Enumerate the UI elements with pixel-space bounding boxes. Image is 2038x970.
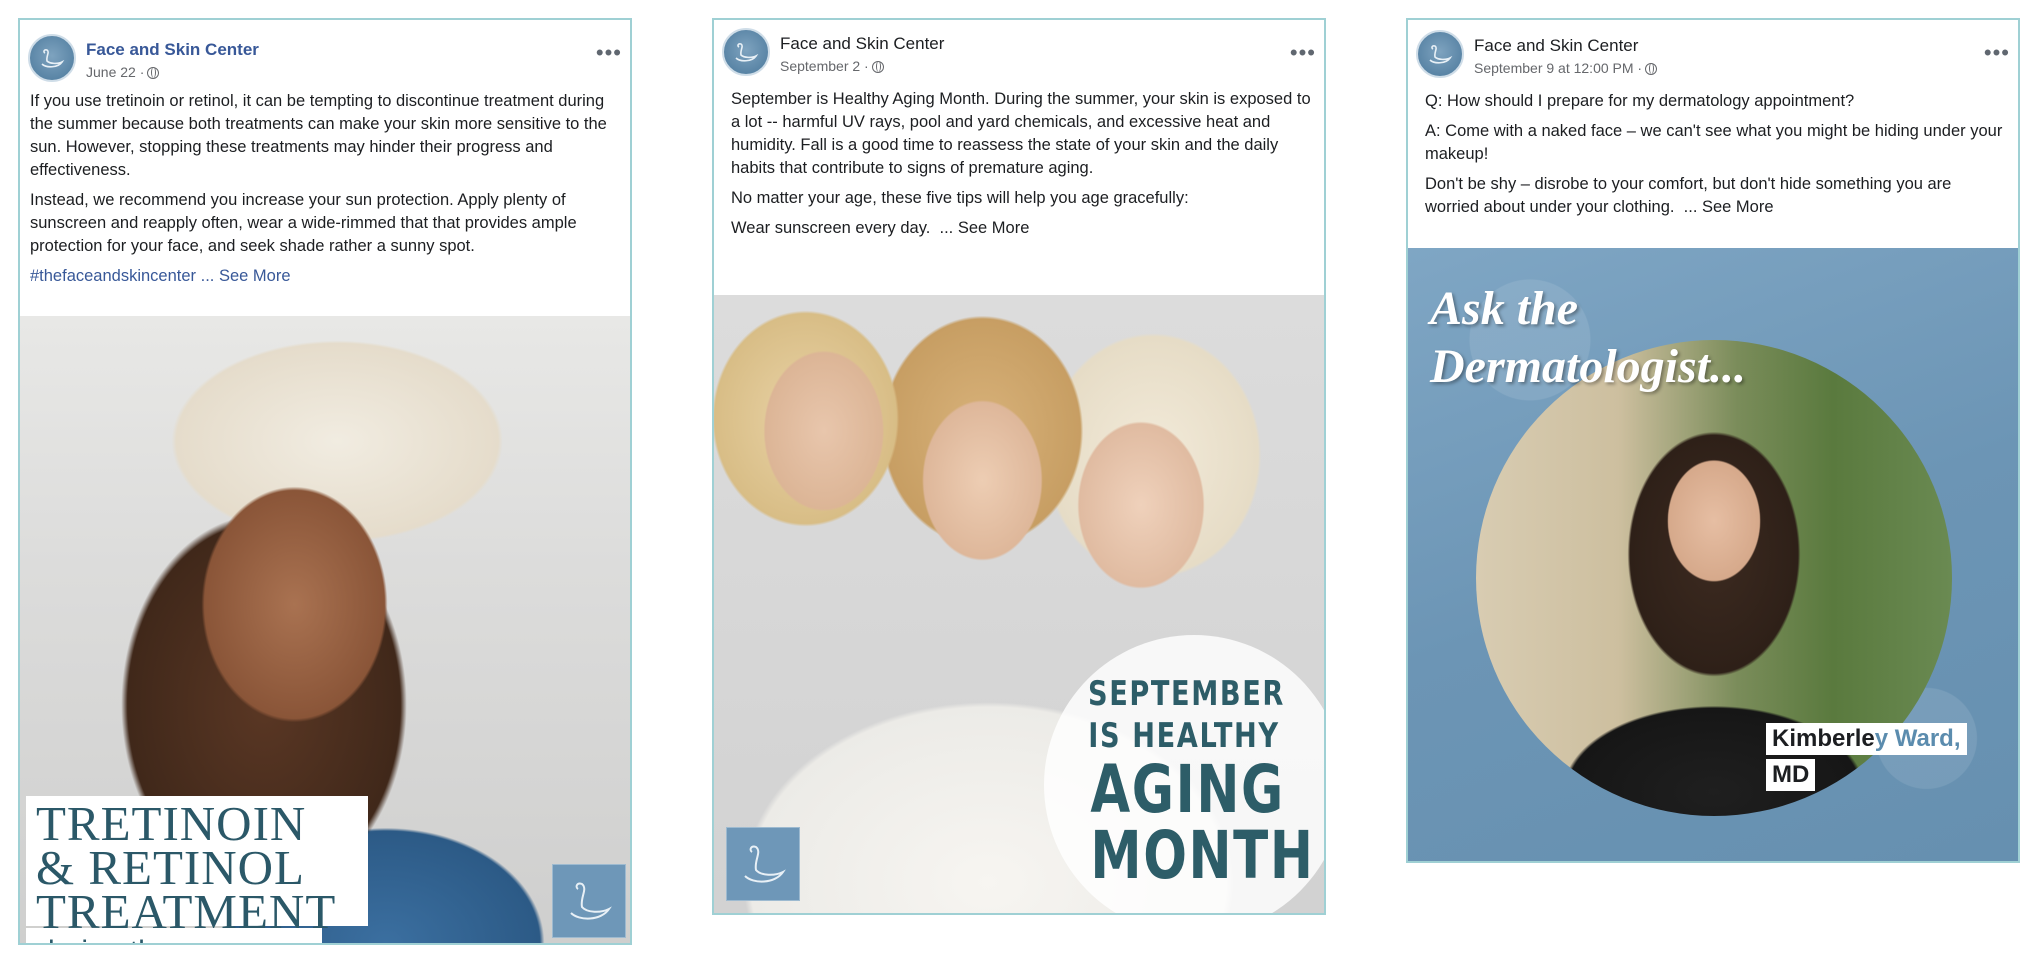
doctor-credential-label: MD (1766, 759, 1816, 791)
post-image[interactable]: Ask the Dermatologist... Kimberley Ward,… (1408, 248, 2018, 861)
globe-icon (147, 67, 160, 79)
image-title-line: Ask the (1430, 282, 1579, 335)
post-header: Face and Skin Center September 9 at 12:0… (1408, 20, 2018, 78)
doctor-name-part: Kimberle (1772, 725, 1875, 752)
post-date: June 22 · (86, 64, 145, 80)
post-header: Face and Skin Center September 2 · ••• (714, 20, 1324, 78)
image-subtitle: during the summer. (26, 928, 322, 943)
doctor-name-label: Kimberley Ward, (1766, 723, 1967, 755)
page-avatar[interactable] (1416, 30, 1464, 78)
see-more-link[interactable]: ... See More (940, 219, 1030, 237)
swan-logo-badge (552, 864, 626, 938)
globe-icon (871, 61, 884, 73)
page-name-link[interactable]: Face and Skin Center (86, 40, 259, 60)
post-paragraph: No matter your age, these five tips will… (731, 189, 1189, 207)
more-options-button[interactable]: ••• (1290, 40, 1316, 66)
more-options-button[interactable]: ••• (596, 40, 622, 66)
image-title-line: AGING (1090, 751, 1285, 828)
post-card-tretinoin: Face and Skin Center June 22 · ••• If yo… (18, 18, 632, 945)
swan-logo-icon (1429, 45, 1453, 64)
post-timestamp[interactable]: June 22 · (86, 64, 160, 80)
post-image[interactable]: TRETINOIN & RETINOL TREATMENT during the… (20, 316, 630, 943)
image-title-box: TRETINOIN & RETINOL TREATMENT (26, 796, 368, 936)
post-text: September is Healthy Aging Month. During… (714, 78, 1324, 240)
post-last-line: Don't be shy – disrobe to your comfort, … (1425, 173, 2008, 219)
image-title-line: MONTH (1090, 817, 1315, 894)
post-paragraph: Q: How should I prepare for my dermatolo… (1425, 92, 1855, 110)
swan-logo-badge (726, 827, 800, 901)
post-timestamp[interactable]: September 2 · (780, 58, 884, 74)
post-image[interactable]: SEPTEMBER IS HEALTHY AGING MONTH (714, 295, 1324, 913)
post-date: September 9 at 12:00 PM · (1474, 60, 1643, 76)
see-more-link[interactable]: ... See More (1684, 198, 1774, 216)
swan-logo-icon (570, 882, 612, 920)
post-header: Face and Skin Center June 22 · ••• (20, 20, 630, 90)
post-date: September 2 · (780, 58, 869, 74)
page-avatar[interactable] (28, 34, 76, 82)
post-sentence: Wear sunscreen every day. (731, 219, 931, 237)
post-text: Q: How should I prepare for my dermatolo… (1408, 78, 2018, 219)
more-options-button[interactable]: ••• (1984, 40, 2010, 66)
post-hashtag-line: #thefaceandskincenter ... See More (30, 265, 620, 288)
image-title-block: SEPTEMBER IS HEALTHY AGING MONTH (1064, 673, 1315, 894)
swan-logo-icon (735, 43, 759, 62)
see-more-link[interactable]: ... See More (201, 267, 291, 285)
post-paragraph: If you use tretinoin or retinol, it can … (30, 92, 607, 179)
page-avatar[interactable] (722, 28, 770, 76)
post-paragraph: September is Healthy Aging Month. During… (731, 90, 1311, 177)
post-timestamp[interactable]: September 9 at 12:00 PM · (1474, 60, 1658, 76)
post-paragraph: A: Come with a naked face – we can't see… (1425, 122, 2003, 163)
post-card-ask-dermatologist: Face and Skin Center September 9 at 12:0… (1406, 18, 2020, 863)
image-title-line: Dermatologist... (1430, 340, 1747, 393)
post-last-line: Wear sunscreen every day. ... See More (731, 217, 1314, 240)
post-card-healthy-aging: Face and Skin Center September 2 · ••• S… (712, 18, 1326, 915)
doctor-name-part: y Ward, (1874, 725, 1961, 752)
post-text: If you use tretinoin or retinol, it can … (20, 90, 630, 288)
page-name-link[interactable]: Face and Skin Center (1474, 36, 1638, 56)
image-title: Ask the Dermatologist... (1430, 280, 1746, 396)
page-name-link[interactable]: Face and Skin Center (780, 34, 944, 54)
hashtag-link[interactable]: #thefaceandskincenter (30, 267, 196, 285)
globe-icon (1645, 63, 1658, 75)
post-paragraph: Instead, we recommend you increase your … (30, 191, 577, 255)
swan-logo-icon (41, 49, 65, 68)
image-title-line: SEPTEMBER (1088, 674, 1285, 714)
swan-logo-icon (744, 845, 786, 883)
